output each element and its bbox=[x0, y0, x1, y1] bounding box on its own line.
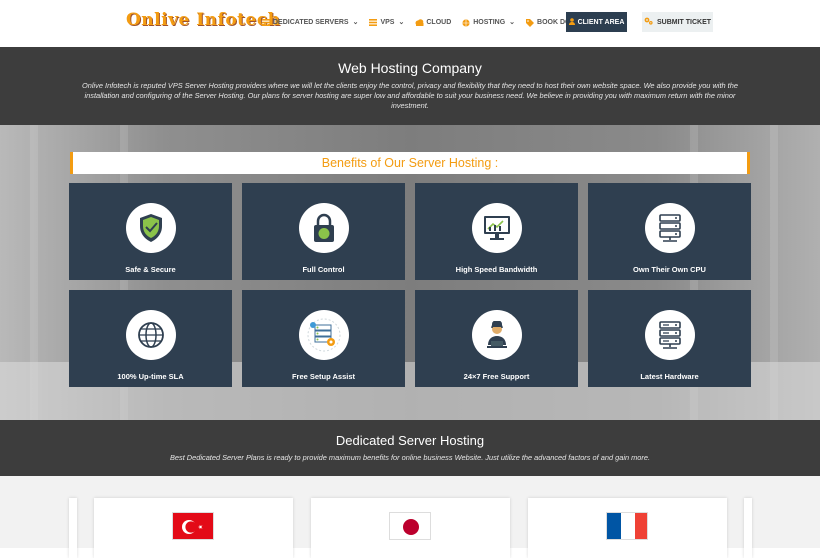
benefit-card-bandwidth: High Speed Bandwidth bbox=[415, 183, 578, 280]
benefit-label: Own Their Own CPU bbox=[633, 265, 706, 274]
benefit-card-uptime: 100% Up-time SLA bbox=[69, 290, 232, 387]
benefit-card-safe-secure: Safe & Secure bbox=[69, 183, 232, 280]
padlock-icon bbox=[299, 203, 349, 253]
france-flag-icon bbox=[606, 512, 648, 540]
plan-card-partial bbox=[69, 498, 77, 558]
benefits-section: Benefits of Our Server Hosting : Safe & … bbox=[0, 125, 820, 420]
plans-section bbox=[0, 476, 820, 558]
globe-icon bbox=[462, 18, 470, 27]
benefit-label: High Speed Bandwidth bbox=[455, 265, 538, 274]
benefit-label: Latest Hardware bbox=[640, 372, 699, 381]
intro-text: Onlive Infotech is reputed VPS Server Ho… bbox=[82, 81, 738, 110]
nav-label: CLOUD bbox=[426, 18, 452, 26]
support-agent-icon bbox=[472, 310, 522, 360]
server-rack-icon bbox=[645, 310, 695, 360]
server-stack-icon bbox=[645, 203, 695, 253]
tag-icon bbox=[526, 18, 535, 27]
submit-ticket-button[interactable]: SUBMIT TICKET bbox=[642, 12, 713, 32]
server-setup-icon bbox=[299, 310, 349, 360]
client-area-label: CLIENT AREA bbox=[577, 18, 625, 26]
intro-section: Web Hosting Company Onlive Infotech is r… bbox=[0, 47, 820, 125]
nav-hosting[interactable]: HOSTING ⌄ bbox=[462, 12, 515, 32]
nav-dedicated-servers[interactable]: DEDICATED SERVERS ⌄ bbox=[262, 12, 358, 32]
japan-flag-icon bbox=[389, 512, 431, 540]
benefit-card-setup: Free Setup Assist bbox=[242, 290, 405, 387]
gears-icon bbox=[644, 17, 653, 27]
chevron-down-icon: ⌄ bbox=[398, 19, 405, 26]
benefit-card-full-control: Full Control bbox=[242, 183, 405, 280]
list-icon bbox=[262, 18, 270, 26]
monitor-chart-icon bbox=[472, 203, 522, 253]
nav-label: HOSTING bbox=[473, 18, 506, 26]
benefits-title: Benefits of Our Server Hosting : bbox=[70, 152, 750, 174]
globe-icon bbox=[126, 310, 176, 360]
cloud-icon bbox=[415, 18, 424, 26]
plan-card-turkey[interactable] bbox=[94, 498, 293, 558]
plan-card-partial bbox=[744, 498, 752, 558]
submit-ticket-label: SUBMIT TICKET bbox=[656, 18, 712, 26]
nav-label: DEDICATED SERVERS bbox=[273, 18, 349, 26]
chevron-down-icon: ⌄ bbox=[352, 19, 359, 26]
dedicated-title: Dedicated Server Hosting bbox=[335, 433, 485, 448]
nav-vps[interactable]: VPS ⌄ bbox=[369, 12, 404, 32]
benefit-label: 100% Up-time SLA bbox=[117, 372, 184, 381]
benefit-label: Safe & Secure bbox=[125, 265, 176, 274]
dedicated-section: Dedicated Server Hosting Best Dedicated … bbox=[0, 420, 820, 476]
site-logo[interactable]: Onlive Infotech bbox=[126, 10, 281, 30]
dedicated-text: Best Dedicated Server Plans is ready to … bbox=[169, 453, 651, 462]
user-icon bbox=[568, 17, 575, 27]
benefit-label: Free Setup Assist bbox=[291, 372, 356, 381]
chevron-down-icon: ⌄ bbox=[509, 19, 516, 26]
client-area-button[interactable]: CLIENT AREA bbox=[566, 12, 627, 32]
benefit-card-own-cpu: Own Their Own CPU bbox=[588, 183, 751, 280]
site-header: Onlive Infotech DEDICATED SERVERS ⌄ VPS … bbox=[0, 0, 820, 47]
benefit-card-hardware: Latest Hardware bbox=[588, 290, 751, 387]
plan-card-japan[interactable] bbox=[311, 498, 510, 558]
nav-label: VPS bbox=[380, 18, 395, 26]
benefit-card-support: 24×7 Free Support bbox=[415, 290, 578, 387]
main-nav: DEDICATED SERVERS ⌄ VPS ⌄ CLOUD HOSTING … bbox=[262, 12, 604, 32]
benefit-label: 24×7 Free Support bbox=[463, 372, 530, 381]
shield-check-icon bbox=[126, 203, 176, 253]
list-icon bbox=[369, 18, 378, 26]
intro-title: Web Hosting Company bbox=[338, 60, 482, 76]
nav-cloud[interactable]: CLOUD bbox=[415, 12, 451, 32]
turkey-flag-icon bbox=[172, 512, 214, 540]
plan-card-france[interactable] bbox=[528, 498, 727, 558]
benefit-label: Full Control bbox=[302, 265, 345, 274]
